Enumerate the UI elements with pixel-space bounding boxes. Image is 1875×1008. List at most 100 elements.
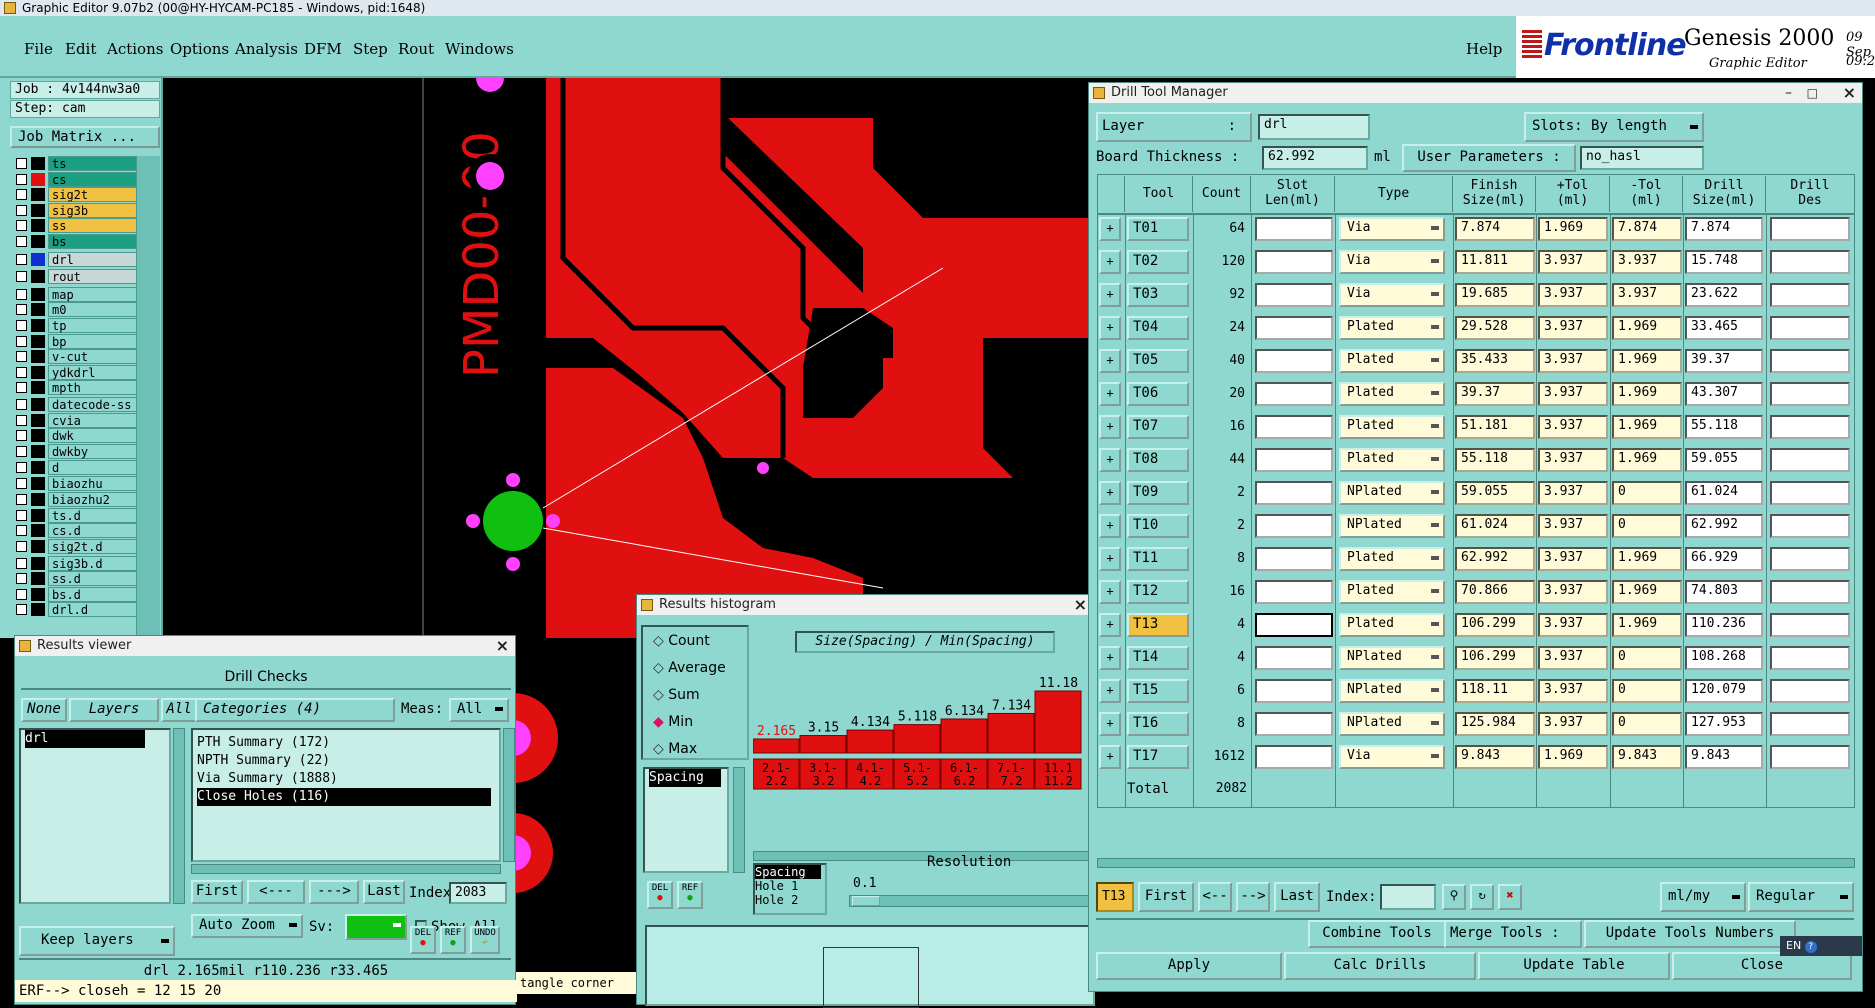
- layer-name[interactable]: sig3b: [48, 202, 144, 218]
- tool-row[interactable]: + T08 44 Plated 55.118 3.937 1.969 59.055: [1097, 445, 1857, 474]
- layer-result-item[interactable]: drl: [25, 730, 145, 748]
- slot-length-field[interactable]: [1255, 745, 1333, 769]
- layer-name[interactable]: biaozhu: [48, 476, 144, 492]
- layer-row-m0[interactable]: m0: [14, 302, 144, 318]
- plus-tol-field[interactable]: 3.937: [1538, 547, 1608, 571]
- minus-tol-field[interactable]: 1.969: [1612, 448, 1682, 472]
- refresh-button[interactable]: REF ●: [440, 926, 466, 954]
- type-dropdown[interactable]: Via: [1339, 217, 1445, 241]
- meas-dropdown[interactable]: All: [449, 698, 509, 722]
- layer-row-drl.d[interactable]: drl.d: [14, 602, 144, 618]
- plus-tol-field[interactable]: 3.937: [1538, 250, 1608, 274]
- layer-name[interactable]: dwk: [48, 428, 144, 444]
- histogram-bar[interactable]: [987, 712, 1035, 754]
- finish-size-field[interactable]: 125.984: [1455, 712, 1535, 736]
- type-dropdown[interactable]: Plated: [1339, 613, 1445, 637]
- histogram-refresh-button[interactable]: REF ●: [677, 881, 703, 909]
- units-dropdown[interactable]: ml/my: [1660, 882, 1746, 912]
- drill-size-field[interactable]: 7.874: [1685, 217, 1763, 241]
- layer-checkbox[interactable]: [16, 525, 27, 537]
- menu-dfm[interactable]: DFM: [304, 40, 342, 58]
- layer-list-scrollbar[interactable]: [136, 156, 160, 716]
- layer-name[interactable]: sig3b.d: [48, 555, 144, 571]
- layer-checkbox[interactable]: [16, 288, 27, 300]
- slot-length-field[interactable]: [1255, 316, 1333, 340]
- minus-tol-field[interactable]: 0: [1612, 679, 1682, 703]
- tool-name[interactable]: T11: [1127, 547, 1189, 571]
- layer-name[interactable]: biaozhu2: [48, 492, 144, 507]
- layer-checkbox[interactable]: [16, 335, 27, 347]
- layer-row-ss[interactable]: ss: [14, 218, 144, 234]
- dtm-next-button[interactable]: -->: [1236, 882, 1270, 912]
- slot-length-field[interactable]: [1255, 547, 1333, 571]
- histogram-bar[interactable]: [753, 738, 800, 754]
- slot-length-field[interactable]: [1255, 646, 1333, 670]
- type-dropdown[interactable]: Via: [1339, 283, 1445, 307]
- expand-icon[interactable]: +: [1099, 712, 1121, 736]
- drill-des-field[interactable]: [1770, 448, 1850, 472]
- layer-name[interactable]: drl.d: [48, 602, 144, 618]
- tool-name[interactable]: T16: [1127, 712, 1189, 736]
- minus-tol-field[interactable]: 1.969: [1612, 580, 1682, 604]
- drill-des-field[interactable]: [1770, 580, 1850, 604]
- expand-icon[interactable]: +: [1099, 448, 1121, 472]
- tool-name[interactable]: T09: [1127, 481, 1189, 505]
- tool-row[interactable]: + T03 92 Via 19.685 3.937 3.937 23.622: [1097, 280, 1857, 309]
- expand-icon[interactable]: +: [1099, 415, 1121, 439]
- selected-drill-hole[interactable]: [483, 491, 543, 551]
- plus-tol-field[interactable]: 3.937: [1538, 580, 1608, 604]
- finish-size-field[interactable]: 7.874: [1455, 217, 1535, 241]
- histogram-bar[interactable]: [940, 718, 988, 754]
- finish-size-field[interactable]: 70.866: [1455, 580, 1535, 604]
- minus-tol-field[interactable]: 1.969: [1612, 316, 1682, 340]
- table-hscrollbar[interactable]: [1097, 858, 1855, 868]
- plus-tol-field[interactable]: 3.937: [1538, 448, 1608, 472]
- tool-name[interactable]: T06: [1127, 382, 1189, 406]
- dtm-last-button[interactable]: Last: [1274, 882, 1320, 912]
- drill-des-field[interactable]: [1770, 712, 1850, 736]
- drill-des-field[interactable]: [1770, 415, 1850, 439]
- finish-size-field[interactable]: 19.685: [1455, 283, 1535, 307]
- layer-checkbox[interactable]: [16, 430, 27, 442]
- last-button[interactable]: Last: [363, 880, 405, 904]
- category-list[interactable]: PTH Summary (172) NPTH Summary (22) Via …: [191, 728, 501, 862]
- tool-name[interactable]: T07: [1127, 415, 1189, 439]
- slot-length-field[interactable]: [1255, 283, 1333, 307]
- finish-size-field[interactable]: 11.811: [1455, 250, 1535, 274]
- category-scrollbar[interactable]: [503, 728, 515, 862]
- drill-des-field[interactable]: [1770, 679, 1850, 703]
- type-dropdown[interactable]: Plated: [1339, 415, 1445, 439]
- menu-rout[interactable]: Rout: [398, 40, 434, 58]
- plus-tol-field[interactable]: 3.937: [1538, 646, 1608, 670]
- delete-icon[interactable]: ✖: [1498, 884, 1522, 910]
- type-dropdown[interactable]: NPlated: [1339, 646, 1445, 670]
- slot-length-field[interactable]: [1255, 349, 1333, 373]
- finish-size-field[interactable]: 62.992: [1455, 547, 1535, 571]
- layer-row-drl[interactable]: drl: [14, 252, 144, 267]
- layer-checkbox[interactable]: [16, 320, 27, 331]
- first-button[interactable]: First: [191, 880, 243, 904]
- plus-tol-field[interactable]: 3.937: [1538, 679, 1608, 703]
- drill-des-field[interactable]: [1770, 217, 1850, 241]
- close-icon[interactable]: ×: [1843, 83, 1856, 103]
- slot-length-field[interactable]: [1255, 415, 1333, 439]
- minus-tol-field[interactable]: 1.969: [1612, 415, 1682, 439]
- plus-tol-field[interactable]: 1.969: [1538, 745, 1608, 769]
- layer-checkbox[interactable]: [16, 509, 27, 521]
- expand-icon[interactable]: +: [1099, 679, 1121, 703]
- tool-name[interactable]: T04: [1127, 316, 1189, 340]
- drill-des-field[interactable]: [1770, 283, 1850, 307]
- next-button[interactable]: --->: [309, 880, 359, 904]
- drill-size-field[interactable]: 23.622: [1685, 283, 1763, 307]
- drill-size-field[interactable]: 62.992: [1685, 514, 1763, 538]
- tool-row[interactable]: + T01 64 Via 7.874 1.969 7.874 7.874: [1097, 214, 1857, 243]
- menu-edit[interactable]: Edit: [65, 40, 96, 58]
- aggregate-option-max[interactable]: ◇ Max: [653, 741, 697, 757]
- layer-checkbox[interactable]: [16, 204, 27, 216]
- slot-length-field[interactable]: [1255, 382, 1333, 406]
- layer-name[interactable]: rout: [48, 268, 144, 284]
- aggregate-option-min[interactable]: ◆ Min: [653, 714, 693, 730]
- drill-size-field[interactable]: 108.268: [1685, 646, 1763, 670]
- type-dropdown[interactable]: Via: [1339, 250, 1445, 274]
- drill-size-field[interactable]: 110.236: [1685, 613, 1763, 637]
